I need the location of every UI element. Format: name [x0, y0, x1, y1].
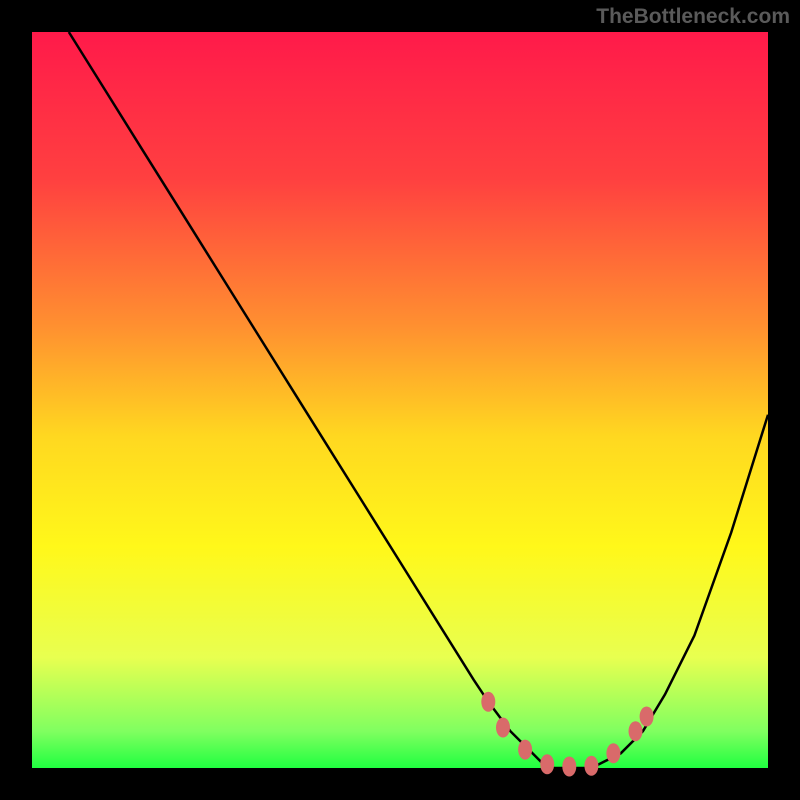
- marker-dot: [481, 692, 495, 712]
- watermark-text: TheBottleneck.com: [596, 5, 790, 29]
- marker-dot: [496, 718, 510, 738]
- marker-dot: [562, 757, 576, 777]
- marker-dot: [629, 721, 643, 741]
- bottleneck-chart: [0, 0, 800, 800]
- marker-dot: [640, 707, 654, 727]
- marker-dot: [606, 743, 620, 763]
- marker-dot: [518, 740, 532, 760]
- gradient-background: [32, 32, 768, 768]
- marker-dot: [540, 754, 554, 774]
- marker-dot: [584, 756, 598, 776]
- chart-container: TheBottleneck.com: [0, 0, 800, 800]
